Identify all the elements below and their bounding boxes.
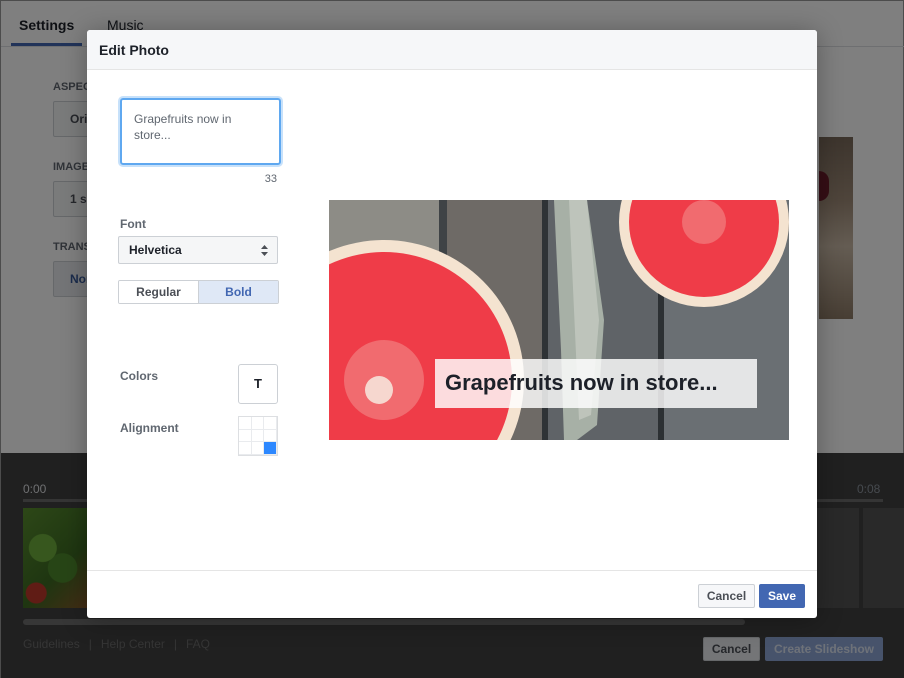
photo-preview: Grapefruits now in store... [329,200,789,440]
font-select-value: Helvetica [129,243,182,257]
align-middle-center[interactable] [251,429,265,443]
colors-label: Colors [120,369,159,383]
alignment-grid [238,416,278,456]
align-top-right[interactable] [264,417,277,430]
align-middle-right[interactable] [264,429,277,443]
save-button[interactable]: Save [759,584,805,608]
font-weight-toggle: Regular Bold [118,280,279,304]
align-bottom-center[interactable] [251,442,265,455]
regular-weight-button[interactable]: Regular [119,281,199,303]
font-select[interactable]: Helvetica [118,236,278,264]
align-bottom-left[interactable] [239,442,252,455]
text-color-button[interactable]: T [238,364,278,404]
caption-text: Grapefruits now in store... [134,112,232,142]
dialog-footer: Cancel Save [87,570,817,618]
align-top-center[interactable] [251,417,265,430]
cancel-button[interactable]: Cancel [698,584,755,608]
overlay-text: Grapefruits now in store... [445,370,718,395]
text-overlay[interactable]: Grapefruits now in store... [435,359,757,408]
character-count: 33 [264,173,277,185]
caption-textarea[interactable]: Grapefruits now in store... [120,98,281,165]
alignment-label: Alignment [120,421,179,435]
align-top-left[interactable] [239,417,252,430]
bold-weight-button[interactable]: Bold [199,281,278,303]
dialog-title: Edit Photo [99,42,169,58]
dialog-header: Edit Photo [87,30,817,70]
font-label: Font [120,217,146,231]
edit-photo-dialog: Edit Photo Grapefruits now in store... 3… [87,30,817,618]
select-arrows-icon [261,245,268,256]
align-middle-left[interactable] [239,429,252,443]
align-bottom-right[interactable] [264,442,277,455]
